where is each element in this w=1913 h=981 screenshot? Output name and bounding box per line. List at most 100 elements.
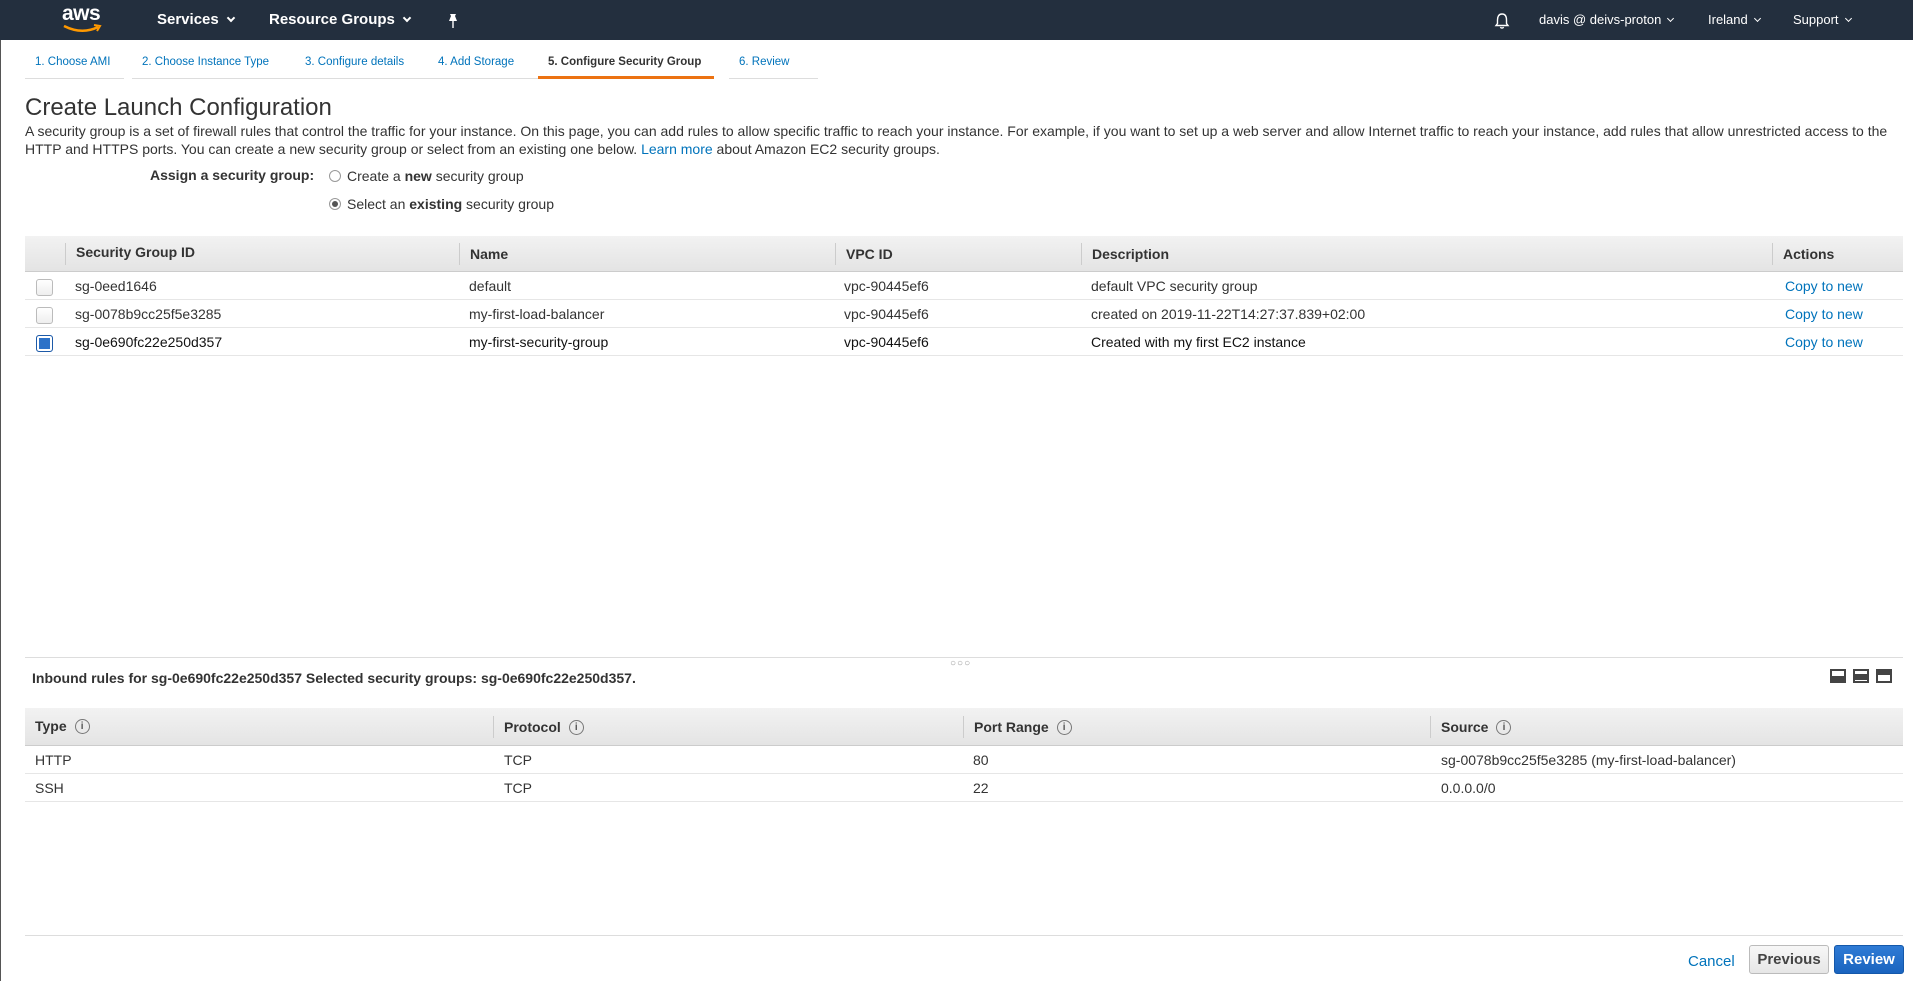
pin-button[interactable] — [446, 1, 460, 41]
radio-create-new-label: Create a new security group — [347, 168, 524, 184]
cancel-button[interactable]: Cancel — [1688, 953, 1735, 970]
info-icon[interactable]: i — [74, 718, 90, 734]
row-checkbox-checked[interactable] — [36, 335, 53, 352]
info-icon[interactable]: i — [1496, 719, 1512, 735]
support-label: Support — [1793, 12, 1839, 27]
radio-select-existing-label: Select an existing security group — [347, 196, 554, 212]
page-left-border — [0, 40, 1, 981]
security-group-table: Security Group ID Name VPC ID Descriptio… — [25, 236, 1903, 356]
cell-source: sg-0078b9cc25f5e3285 (my-first-load-bala… — [1441, 752, 1736, 768]
header-source: Source i — [1430, 716, 1512, 738]
cell-name: my-first-load-balancer — [469, 306, 605, 322]
inbound-rules-table: Type i Protocol i Port Range i Source i HTTP… — [25, 708, 1903, 804]
header-description[interactable]: Description — [1081, 243, 1169, 265]
cell-description: Created with my first EC2 instance — [1091, 334, 1306, 350]
cell-vpc-id: vpc-90445ef6 — [844, 278, 929, 294]
cell-description: default VPC security group — [1091, 278, 1258, 294]
services-label: Services — [157, 11, 219, 28]
cell-type: HTTP — [35, 752, 72, 768]
radio-circle[interactable] — [329, 170, 341, 182]
chevron-down-icon — [402, 13, 412, 23]
resize-grip-icon[interactable]: ○○○ — [950, 658, 971, 669]
cell-sg-id: sg-0eed1646 — [75, 278, 157, 294]
table-row: HTTP TCP 80 sg-0078b9cc25f5e3285 (my-fir… — [25, 746, 1903, 774]
cell-name: my-first-security-group — [469, 334, 609, 350]
header-divider — [65, 243, 66, 265]
panel-layout-controls — [1830, 669, 1892, 683]
pin-icon — [449, 14, 457, 29]
table-row-selected[interactable]: sg-0e690fc22e250d357 my-first-security-g… — [25, 328, 1903, 356]
top-navigation-bar: aws Services Resource Groups davis @ dei… — [0, 0, 1913, 40]
tab-configure-details[interactable]: 3. Configure details — [295, 52, 428, 79]
account-label: davis @ deivs-proton — [1539, 12, 1662, 27]
header-security-group-id[interactable]: Security Group ID — [76, 244, 195, 260]
cell-name: default — [469, 278, 512, 294]
page-title: Create Launch Configuration — [25, 94, 332, 121]
cell-source: 0.0.0.0/0 — [1441, 780, 1496, 796]
review-button[interactable]: Review — [1834, 945, 1904, 974]
account-menu[interactable]: davis @ deivs-proton — [1539, 0, 1675, 40]
cell-sg-id: sg-0e690fc22e250d357 — [75, 334, 223, 350]
table-row: SSH TCP 22 0.0.0.0/0 — [25, 774, 1903, 802]
inbound-rules-title: Inbound rules for sg-0e690fc22e250d357 S… — [32, 670, 636, 686]
header-name[interactable]: Name — [459, 243, 508, 265]
notifications-button[interactable] — [1494, 1, 1510, 41]
resource-groups-label: Resource Groups — [269, 11, 395, 28]
header-protocol: Protocol i — [493, 716, 584, 738]
copy-to-new-link[interactable]: Copy to new — [1785, 272, 1863, 300]
chevron-down-icon — [226, 13, 235, 23]
chevron-down-icon — [1753, 14, 1761, 23]
cell-protocol: TCP — [504, 752, 532, 768]
radio-circle-selected[interactable] — [329, 198, 341, 210]
intro-text: A security group is a set of firewall ru… — [25, 123, 1888, 157]
layout-bottom-icon[interactable] — [1830, 669, 1846, 683]
cell-description: created on 2019-11-22T14:27:37.839+02:00 — [1091, 306, 1366, 322]
cell-protocol: TCP — [504, 780, 532, 796]
header-port-range: Port Range i — [963, 716, 1072, 738]
copy-to-new-link[interactable]: Copy to new — [1785, 300, 1863, 328]
page-description: A security group is a set of firewall ru… — [25, 122, 1900, 158]
cell-sg-id: sg-0078b9cc25f5e3285 — [75, 306, 222, 322]
intro-tail: about Amazon EC2 security groups. — [716, 141, 940, 157]
bell-icon — [1494, 13, 1510, 29]
cell-port-range: 22 — [973, 780, 989, 796]
tab-configure-security-group[interactable]: 5. Configure Security Group — [538, 52, 714, 79]
region-label: Ireland — [1708, 12, 1748, 27]
layout-split-icon[interactable] — [1853, 669, 1869, 683]
resource-groups-menu[interactable]: Resource Groups — [269, 0, 412, 40]
assign-security-group-label: Assign a security group: — [150, 167, 315, 183]
radio-create-new[interactable]: Create a new security group — [329, 168, 524, 184]
aws-logo[interactable]: aws — [62, 3, 104, 35]
radio-select-existing[interactable]: Select an existing security group — [329, 196, 554, 212]
cell-vpc-id: vpc-90445ef6 — [844, 306, 929, 322]
chevron-down-icon — [1844, 14, 1852, 23]
support-menu[interactable]: Support — [1793, 0, 1852, 40]
tab-add-storage[interactable]: 4. Add Storage — [428, 52, 555, 79]
header-vpc-id[interactable]: VPC ID — [835, 243, 893, 265]
info-icon[interactable]: i — [1056, 719, 1072, 735]
region-menu[interactable]: Ireland — [1708, 0, 1761, 40]
copy-to-new-link[interactable]: Copy to new — [1785, 328, 1863, 356]
aws-smile-icon — [63, 24, 102, 32]
cell-type: SSH — [35, 780, 64, 796]
row-checkbox[interactable] — [36, 279, 53, 296]
learn-more-link[interactable]: Learn more — [641, 141, 713, 157]
table-header: Type i Protocol i Port Range i Source i — [25, 708, 1903, 746]
layout-top-icon[interactable] — [1876, 669, 1892, 683]
footer-divider — [25, 935, 1903, 936]
services-menu[interactable]: Services — [157, 0, 235, 40]
chevron-down-icon — [1667, 14, 1675, 23]
table-row[interactable]: sg-0eed1646 default vpc-90445ef6 default… — [25, 272, 1903, 300]
row-checkbox[interactable] — [36, 307, 53, 324]
cell-port-range: 80 — [973, 752, 989, 768]
cell-vpc-id: vpc-90445ef6 — [844, 334, 929, 350]
tab-choose-instance-type[interactable]: 2. Choose Instance Type — [132, 52, 307, 79]
tab-review[interactable]: 6. Review — [729, 52, 818, 79]
info-icon[interactable]: i — [568, 719, 584, 735]
tab-choose-ami[interactable]: 1. Choose AMI — [25, 52, 124, 79]
table-row[interactable]: sg-0078b9cc25f5e3285 my-first-load-balan… — [25, 300, 1903, 328]
aws-logo-text: aws — [62, 2, 101, 25]
previous-button[interactable]: Previous — [1749, 945, 1829, 974]
header-actions: Actions — [1772, 243, 1834, 265]
header-type: Type i — [35, 718, 90, 735]
